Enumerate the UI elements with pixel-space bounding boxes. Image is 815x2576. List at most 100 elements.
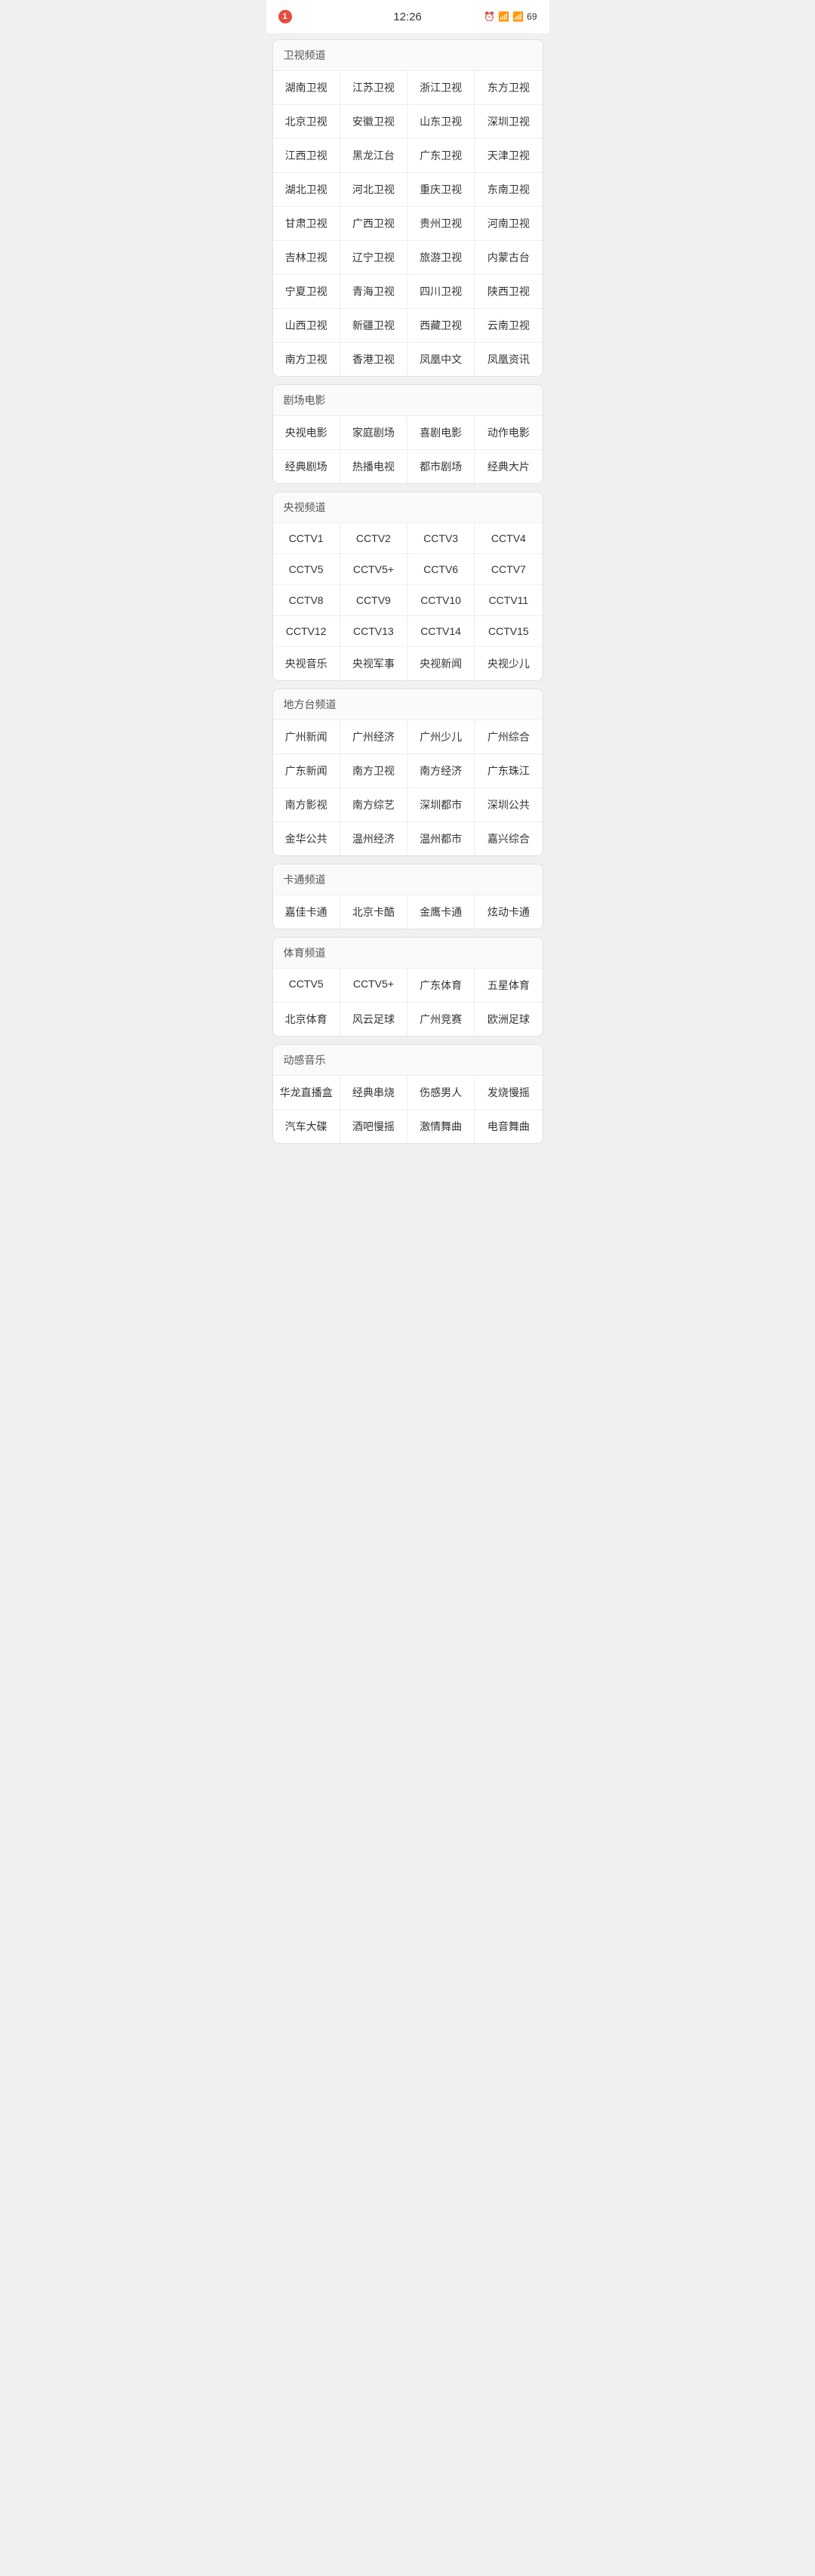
channel-item[interactable]: CCTV8	[273, 585, 340, 616]
channel-item[interactable]: 河南卫视	[475, 207, 542, 241]
channel-item[interactable]: 经典大片	[475, 450, 542, 483]
channel-item[interactable]: CCTV15	[475, 616, 542, 647]
channel-item[interactable]: CCTV5	[273, 554, 340, 585]
channel-item[interactable]: 炫动卡通	[475, 895, 542, 929]
channel-item[interactable]: 四川卫视	[408, 275, 475, 309]
channel-item[interactable]: 广东卫视	[408, 139, 475, 173]
channel-item[interactable]: 贵州卫视	[408, 207, 475, 241]
channel-item[interactable]: 广东珠江	[475, 754, 542, 788]
channel-item[interactable]: 电音舞曲	[475, 1110, 542, 1143]
channel-item[interactable]: 央视电影	[273, 416, 340, 450]
channel-item[interactable]: CCTV4	[475, 523, 542, 554]
channel-item[interactable]: 湖北卫视	[273, 173, 340, 207]
channel-item[interactable]: 广西卫视	[340, 207, 408, 241]
channel-item[interactable]: CCTV13	[340, 616, 408, 647]
channel-item[interactable]: 温州经济	[340, 822, 408, 855]
channel-item[interactable]: 温州都市	[408, 822, 475, 855]
channel-item[interactable]: 重庆卫视	[408, 173, 475, 207]
channel-item[interactable]: 湖南卫视	[273, 71, 340, 105]
channel-item[interactable]: 新疆卫视	[340, 309, 408, 343]
channel-item[interactable]: 浙江卫视	[408, 71, 475, 105]
channel-item[interactable]: 南方卫视	[340, 754, 408, 788]
channel-item[interactable]: 内蒙古台	[475, 241, 542, 275]
channel-item[interactable]: 东方卫视	[475, 71, 542, 105]
channel-item[interactable]: 深圳都市	[408, 788, 475, 822]
channel-item[interactable]: 汽车大碟	[273, 1110, 340, 1143]
channel-item[interactable]: 广州竞赛	[408, 1003, 475, 1036]
channel-item[interactable]: CCTV5	[273, 969, 340, 1003]
channel-item[interactable]: 深圳公共	[475, 788, 542, 822]
channel-item[interactable]: 安徽卫视	[340, 105, 408, 139]
channel-item[interactable]: 深圳卫视	[475, 105, 542, 139]
channel-item[interactable]: 家庭剧场	[340, 416, 408, 450]
channel-item[interactable]: CCTV1	[273, 523, 340, 554]
channel-item[interactable]: 凤凰资讯	[475, 343, 542, 376]
channel-item[interactable]: 凤凰中文	[408, 343, 475, 376]
channel-item[interactable]: CCTV10	[408, 585, 475, 616]
channel-item[interactable]: 央视军事	[340, 647, 408, 680]
channel-item[interactable]: 金鹰卡通	[408, 895, 475, 929]
channel-item[interactable]: 央视音乐	[273, 647, 340, 680]
channel-item[interactable]: 陕西卫视	[475, 275, 542, 309]
channel-item[interactable]: 经典串烧	[340, 1076, 408, 1110]
channel-item[interactable]: 青海卫视	[340, 275, 408, 309]
channel-item[interactable]: 江西卫视	[273, 139, 340, 173]
channel-item[interactable]: 山东卫视	[408, 105, 475, 139]
channel-item[interactable]: CCTV7	[475, 554, 542, 585]
channel-item[interactable]: CCTV5+	[340, 554, 408, 585]
channel-item[interactable]: 南方经济	[408, 754, 475, 788]
channel-item[interactable]: 河北卫视	[340, 173, 408, 207]
channel-item[interactable]: CCTV5+	[340, 969, 408, 1003]
channel-item[interactable]: 北京体育	[273, 1003, 340, 1036]
channel-item[interactable]: 欧洲足球	[475, 1003, 542, 1036]
channel-item[interactable]: 南方影视	[273, 788, 340, 822]
channel-item[interactable]: 宁夏卫视	[273, 275, 340, 309]
channel-item[interactable]: 广州经济	[340, 720, 408, 754]
channel-item[interactable]: 南方卫视	[273, 343, 340, 376]
channel-item[interactable]: 东南卫视	[475, 173, 542, 207]
channel-item[interactable]: 嘉兴综合	[475, 822, 542, 855]
channel-item[interactable]: 香港卫视	[340, 343, 408, 376]
channel-item[interactable]: 风云足球	[340, 1003, 408, 1036]
channel-item[interactable]: CCTV3	[408, 523, 475, 554]
channel-item[interactable]: 金华公共	[273, 822, 340, 855]
channel-item[interactable]: 热播电视	[340, 450, 408, 483]
channel-item[interactable]: 华龙直播盒	[273, 1076, 340, 1110]
channel-item[interactable]: 山西卫视	[273, 309, 340, 343]
channel-item[interactable]: 经典剧场	[273, 450, 340, 483]
channel-item[interactable]: 动作电影	[475, 416, 542, 450]
channel-item[interactable]: 伤感男人	[408, 1076, 475, 1110]
channel-item[interactable]: CCTV14	[408, 616, 475, 647]
channel-item[interactable]: 嘉佳卡通	[273, 895, 340, 929]
channel-item[interactable]: 西藏卫视	[408, 309, 475, 343]
channel-item[interactable]: 广东体育	[408, 969, 475, 1003]
channel-item[interactable]: 广州综合	[475, 720, 542, 754]
channel-item[interactable]: 五星体育	[475, 969, 542, 1003]
channel-item[interactable]: CCTV6	[408, 554, 475, 585]
channel-item[interactable]: 辽宁卫视	[340, 241, 408, 275]
channel-item[interactable]: 黑龙江台	[340, 139, 408, 173]
channel-item[interactable]: 央视新闻	[408, 647, 475, 680]
channel-item[interactable]: 江苏卫视	[340, 71, 408, 105]
channel-item[interactable]: 激情舞曲	[408, 1110, 475, 1143]
channel-item[interactable]: 央视少儿	[475, 647, 542, 680]
channel-item[interactable]: 广东新闻	[273, 754, 340, 788]
channel-item[interactable]: CCTV12	[273, 616, 340, 647]
channel-item[interactable]: CCTV9	[340, 585, 408, 616]
channel-item[interactable]: 北京卫视	[273, 105, 340, 139]
channel-item[interactable]: 天津卫视	[475, 139, 542, 173]
channel-item[interactable]: 云南卫视	[475, 309, 542, 343]
channel-item[interactable]: 广州少儿	[408, 720, 475, 754]
channel-item[interactable]: 广州新闻	[273, 720, 340, 754]
channel-item[interactable]: 喜剧电影	[408, 416, 475, 450]
channel-item[interactable]: CCTV2	[340, 523, 408, 554]
channel-item[interactable]: 都市剧场	[408, 450, 475, 483]
channel-item[interactable]: 旅游卫视	[408, 241, 475, 275]
channel-item[interactable]: 发烧慢摇	[475, 1076, 542, 1110]
channel-item[interactable]: 北京卡酷	[340, 895, 408, 929]
channel-item[interactable]: 吉林卫视	[273, 241, 340, 275]
channel-item[interactable]: 南方综艺	[340, 788, 408, 822]
channel-item[interactable]: CCTV11	[475, 585, 542, 616]
channel-item[interactable]: 甘肃卫视	[273, 207, 340, 241]
channel-item[interactable]: 酒吧慢摇	[340, 1110, 408, 1143]
